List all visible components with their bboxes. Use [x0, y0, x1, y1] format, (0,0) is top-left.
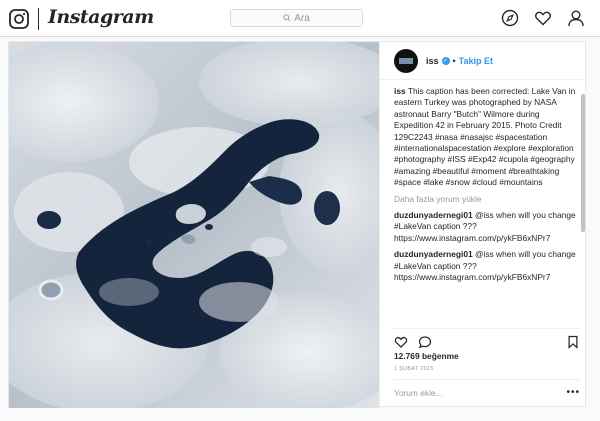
search-placeholder: Ara — [294, 12, 310, 24]
load-more-comments-button[interactable]: Daha fazla yorum yükle — [394, 194, 580, 205]
post-actions — [394, 328, 580, 349]
more-options-icon[interactable]: ••• — [566, 387, 580, 398]
logo-divider — [38, 8, 39, 30]
post-sidebar: iss ✓ • Takip Et iss This caption has be… — [379, 42, 587, 408]
person-icon[interactable] — [567, 9, 585, 27]
brand-wordmark[interactable]: Instagram — [48, 6, 154, 28]
caption-text: This caption has been corrected: Lake Va… — [394, 86, 576, 188]
heart-icon[interactable] — [534, 9, 552, 27]
comment-item: duzdunyadernegi01 @iss when will you cha… — [394, 249, 580, 283]
post-date[interactable]: 1 ŞUBAT 2015 — [394, 366, 434, 372]
post-username[interactable]: iss — [426, 56, 439, 66]
post-caption: iss This caption has been corrected: Lak… — [394, 86, 580, 189]
heart-icon[interactable] — [394, 335, 408, 349]
avatar[interactable] — [394, 48, 418, 73]
compass-icon[interactable] — [501, 9, 519, 27]
post-card: iss ✓ • Takip Et iss This caption has be… — [8, 41, 587, 408]
lake-van-satellite-image — [9, 42, 379, 408]
search-input[interactable]: Ara — [230, 9, 363, 27]
add-comment-bar: Yorum ekle... ••• — [394, 379, 580, 405]
post-photo[interactable] — [9, 42, 379, 408]
add-comment-input[interactable]: Yorum ekle... — [394, 388, 443, 398]
comment-username[interactable]: duzdunyadernegi01 — [394, 249, 473, 259]
comments-section: iss This caption has been corrected: Lak… — [394, 86, 580, 326]
bookmark-icon[interactable] — [566, 335, 580, 349]
separator-dot: • — [452, 55, 456, 66]
comment-icon[interactable] — [418, 335, 432, 349]
comment-username[interactable]: duzdunyadernegi01 — [394, 210, 473, 220]
comments-scrollbar[interactable] — [581, 94, 585, 232]
verified-badge-icon: ✓ — [441, 56, 450, 65]
comment-item: duzdunyadernegi01 @iss when will you cha… — [394, 210, 580, 244]
follow-button[interactable]: Takip Et — [459, 56, 493, 66]
camera-icon[interactable] — [9, 9, 29, 29]
post-header: iss ✓ • Takip Et — [380, 42, 587, 80]
search-icon — [283, 14, 291, 22]
likes-count[interactable]: 12.769 beğenme — [394, 351, 459, 361]
top-navigation-bar: Instagram Ara — [0, 0, 600, 37]
caption-username[interactable]: iss — [394, 86, 406, 96]
